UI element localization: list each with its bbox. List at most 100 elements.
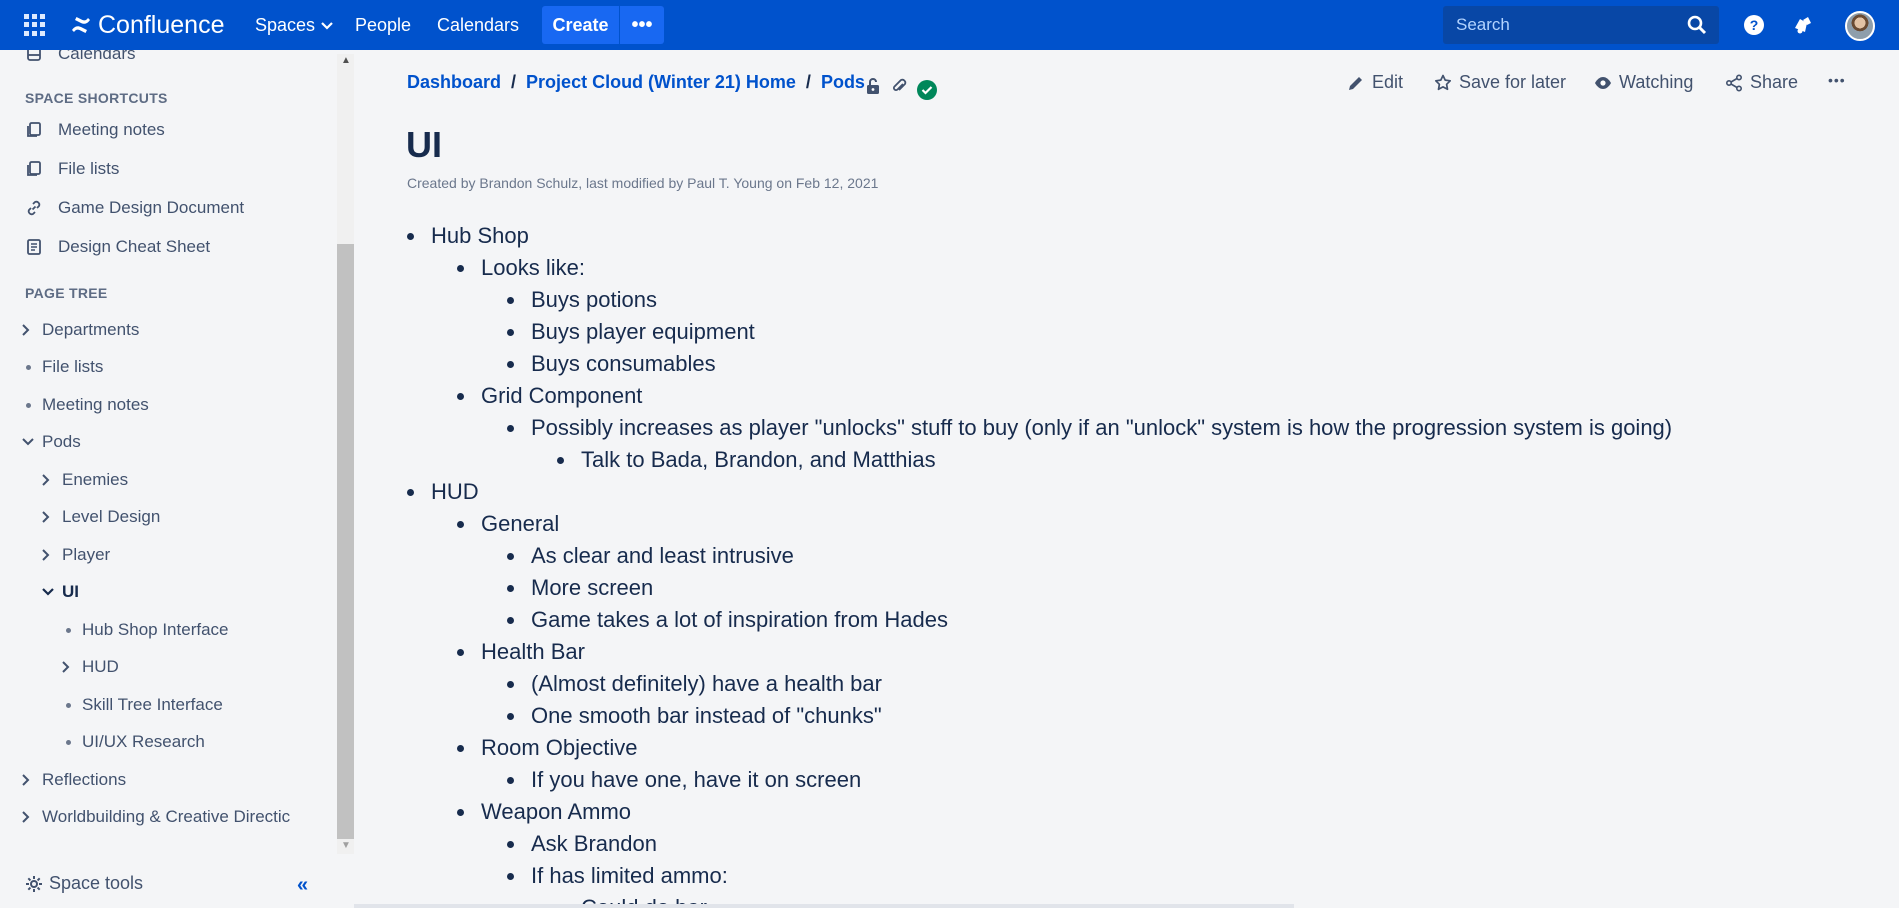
more-actions-button[interactable]: ••• [1828,72,1846,88]
breadcrumb-pods[interactable]: Pods [821,72,865,93]
help-icon[interactable]: ? [1743,14,1765,36]
shortcut-design-cheat-sheet[interactable]: Design Cheat Sheet [25,237,210,257]
list-item: Hub Shop [407,220,529,252]
scroll-down-arrow-icon[interactable]: ▼ [341,840,351,851]
bullet-icon [22,402,38,408]
tree-item-label: Level Design [62,507,161,526]
sidebar-item-calendars-label: Calendars [58,50,136,63]
list-item: Health Bar [457,636,585,668]
tree-item-skill-tree-interface[interactable]: Skill Tree Interface [62,695,223,715]
create-button[interactable]: Create [542,6,619,44]
tree-item-worldbuilding[interactable]: Worldbuilding & Creative Directic [22,807,290,827]
nav-calendars[interactable]: Calendars [437,15,519,36]
page-tree-heading: PAGE TREE [25,285,108,301]
search-placeholder: Search [1456,15,1510,34]
list-item: Grid Component [457,380,642,412]
tree-item-departments[interactable]: Departments [22,320,139,340]
tree-item-hub-shop-interface[interactable]: Hub Shop Interface [62,620,228,640]
nav-calendars-label: Calendars [437,15,520,35]
confluence-logo[interactable]: Confluence [69,10,224,40]
chevron-right-icon[interactable] [22,774,38,786]
save-for-later-button[interactable]: Save for later [1434,72,1566,93]
list-item: One smooth bar instead of "chunks" [507,700,882,732]
tree-item-label: Departments [42,320,140,339]
shortcut-file-lists[interactable]: File lists [25,159,119,179]
shortcut-game-design-document[interactable]: Game Design Document [25,198,244,218]
tree-item-label: Enemies [62,470,129,489]
search-icon[interactable] [1687,15,1707,35]
tree-item-enemies[interactable]: Enemies [42,470,128,490]
tree-item-label: Pods [42,432,81,451]
user-avatar[interactable] [1845,11,1875,41]
shortcut-meeting-notes[interactable]: Meeting notes [25,120,165,140]
chevron-right-icon[interactable] [42,474,58,486]
shortcut-label: File lists [58,159,120,178]
list-item: Game takes a lot of inspiration from Had… [507,604,948,636]
tree-item-label: Skill Tree Interface [82,695,223,714]
nav-spaces[interactable]: Spaces [255,15,333,36]
list-item-text: Buys potions [531,287,657,312]
list-item-text: Room Objective [481,735,638,760]
chevron-down-icon[interactable] [22,438,38,446]
watching-button[interactable]: Watching [1594,72,1693,93]
sidebar-item-calendars[interactable]: Calendars [25,50,136,64]
chevron-right-icon[interactable] [22,811,38,823]
tree-item-ui-ux-research[interactable]: UI/UX Research [62,732,205,752]
breadcrumb-project-home[interactable]: Project Cloud (Winter 21) Home [526,72,796,93]
horizontal-scrollbar[interactable] [354,904,1294,908]
gear-icon [26,875,42,892]
app-switcher-icon[interactable] [24,14,46,36]
tree-item-label: Hub Shop Interface [82,620,229,639]
svg-text:?: ? [1750,17,1759,33]
sidebar-scrollbar-thumb[interactable] [337,244,354,839]
chevron-right-icon[interactable] [42,511,58,523]
create-more-button[interactable]: ••• [620,6,664,44]
list-item: Buys consumables [507,348,716,380]
list-item: If has limited ammo: [507,860,728,892]
chevron-right-icon[interactable] [22,324,38,336]
attachment-icon[interactable] [891,77,907,95]
tree-item-level-design[interactable]: Level Design [42,507,160,527]
space-sidebar: Calendars SPACE SHORTCUTS Meeting notes … [0,50,354,908]
list-item: Looks like: [457,252,585,284]
bullet-icon [62,627,78,633]
more-icon: ••• [631,13,653,36]
scroll-up-arrow-icon[interactable]: ▲ [341,55,351,66]
tree-item-pods[interactable]: Pods [22,432,81,452]
tree-item-reflections[interactable]: Reflections [22,770,126,790]
link-icon [25,199,43,217]
collapse-sidebar-icon[interactable]: « [297,874,308,897]
shortcut-label: Meeting notes [58,120,165,139]
chevron-right-icon[interactable] [62,661,78,673]
more-actions-icon: ••• [1828,72,1846,88]
tree-item-file-lists[interactable]: File lists [22,357,103,377]
share-button[interactable]: Share [1725,72,1798,93]
nav-people[interactable]: People [355,15,411,36]
unlock-icon[interactable] [865,77,881,95]
notifications-icon[interactable] [1792,14,1814,36]
list-item: Buys potions [507,284,657,316]
list-item: Ask Brandon [507,828,657,860]
tree-item-meeting-notes[interactable]: Meeting notes [22,395,149,415]
edit-button[interactable]: Edit [1347,72,1403,93]
tree-item-player[interactable]: Player [42,545,110,565]
chevron-down-icon[interactable] [42,588,58,596]
list-item-text: Game takes a lot of inspiration from Had… [531,607,948,632]
list-item: Weapon Ammo [457,796,631,828]
space-shortcuts-heading: SPACE SHORTCUTS [25,90,168,106]
space-tools-button[interactable]: Space tools [25,873,143,894]
bullet-icon [22,364,38,370]
bullet-icon [62,702,78,708]
search-input[interactable]: Search [1443,6,1719,44]
list-item-text: Hub Shop [431,223,529,248]
page-status-icons [865,72,947,100]
breadcrumb-separator: / [805,72,811,92]
breadcrumb-dashboard[interactable]: Dashboard [407,72,501,93]
list-item: Room Objective [457,732,638,764]
tree-item-hud[interactable]: HUD [62,657,119,677]
chevron-right-icon[interactable] [42,549,58,561]
list-item: If you have one, have it on screen [507,764,861,796]
tree-item-label: Meeting notes [42,395,149,414]
tree-item-ui[interactable]: UI [42,582,79,602]
tree-item-label: HUD [82,657,119,676]
